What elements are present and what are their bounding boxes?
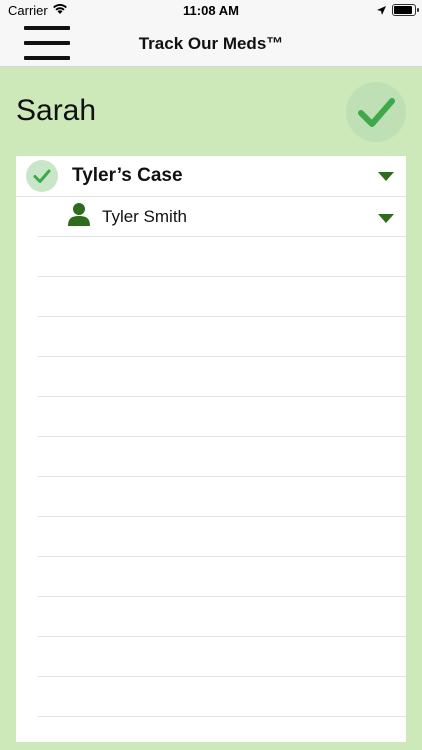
list-separator	[38, 476, 406, 477]
app-title: Track Our Meds™	[138, 34, 284, 53]
chevron-down-icon[interactable]	[378, 172, 394, 181]
list-separator	[38, 676, 406, 677]
list-separator	[38, 636, 406, 637]
person-row[interactable]: Tyler Smith	[38, 197, 406, 237]
list-separator	[38, 396, 406, 397]
location-icon	[376, 4, 387, 19]
group-label: Tyler’s Case	[72, 165, 183, 186]
list-separator	[38, 596, 406, 597]
list-separator	[38, 716, 406, 717]
status-time: 11:08 AM	[183, 3, 239, 18]
checkmark-icon	[358, 98, 395, 127]
list-separator	[38, 436, 406, 437]
group-row[interactable]: Tyler’s Case	[16, 156, 406, 197]
group-checkmark-icon[interactable]	[26, 160, 58, 192]
battery-icon	[392, 4, 419, 16]
person-icon	[67, 202, 91, 231]
list-separator	[38, 356, 406, 357]
medication-list: Tyler’s Case Tyler Smith	[16, 156, 406, 742]
person-name: Tyler Smith	[102, 207, 188, 226]
list-separator	[38, 516, 406, 517]
chevron-down-icon[interactable]	[378, 214, 394, 223]
list-separator	[38, 316, 406, 317]
navigation-bar: Track Our Meds™	[0, 22, 422, 67]
list-separator	[38, 276, 406, 277]
list-separator	[38, 556, 406, 557]
confirm-button[interactable]	[346, 82, 406, 142]
page-title: Sarah	[16, 94, 97, 127]
status-bar: Carrier 11:08 AM	[0, 0, 422, 22]
